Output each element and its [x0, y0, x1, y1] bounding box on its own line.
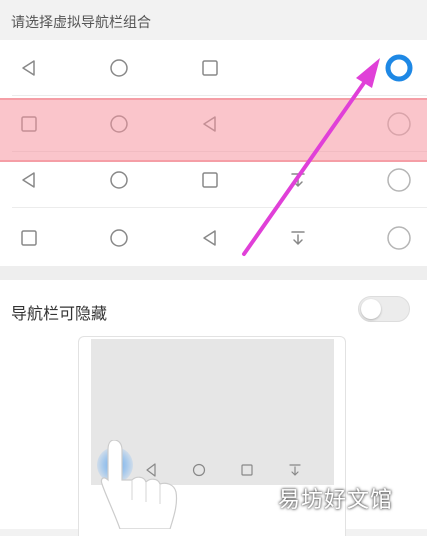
section-header: 请选择虚拟导航栏组合 — [0, 0, 427, 40]
row-divider — [12, 207, 427, 208]
pointing-hand-icon — [100, 440, 178, 529]
combo-section-title: 请选择虚拟导航栏组合 — [11, 15, 151, 31]
section-gap — [0, 266, 427, 280]
back-icon — [190, 210, 230, 266]
recent-icon — [190, 40, 230, 96]
highlight-annotation — [0, 98, 427, 162]
back-icon — [9, 40, 49, 96]
radio-unselected-icon[interactable] — [385, 166, 413, 194]
notification-icon — [278, 210, 318, 266]
combo-option-1[interactable] — [0, 40, 427, 96]
watermark: 易坊好文馆 — [278, 488, 394, 513]
radio-unselected-icon[interactable] — [385, 224, 413, 252]
recent-icon — [9, 210, 49, 266]
combo-option-4[interactable] — [0, 210, 427, 266]
hide-navbar-label: 导航栏可隐藏 — [11, 304, 108, 323]
home-icon — [99, 40, 139, 96]
radio-selected-icon[interactable] — [385, 54, 413, 82]
hide-navbar-switch[interactable] — [358, 296, 410, 322]
switch-knob — [361, 299, 381, 319]
home-icon — [99, 210, 139, 266]
